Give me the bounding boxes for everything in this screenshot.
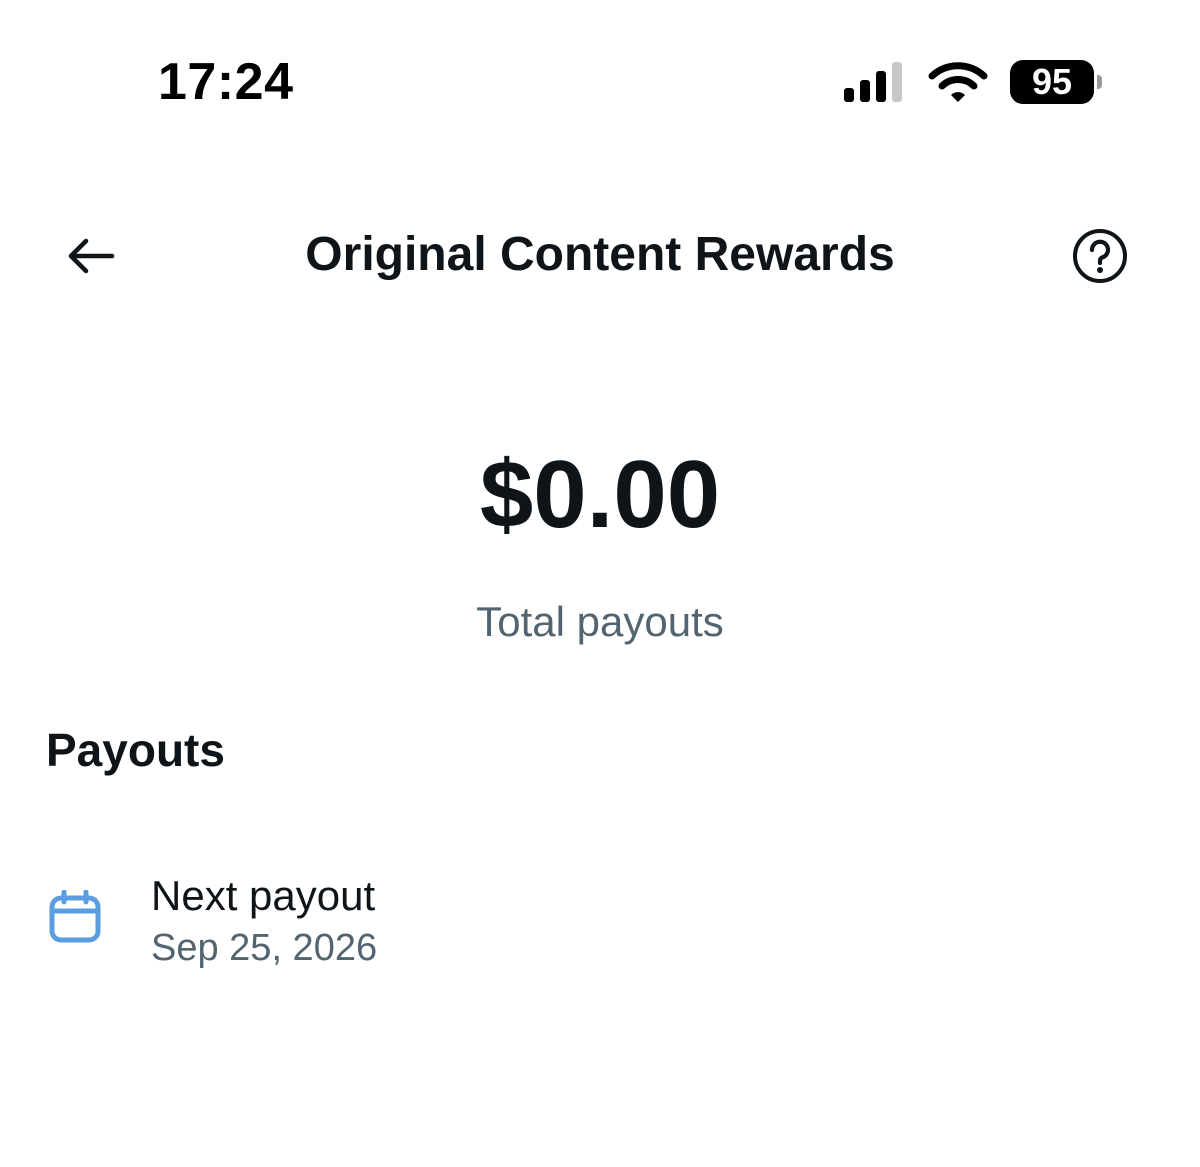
total-payouts-caption: Total payouts [476,598,724,645]
status-time: 17:24 [158,53,294,111]
help-button[interactable] [1070,226,1130,286]
cellular-signal-icon [844,62,902,102]
next-payout-label: Next payout [151,872,376,919]
status-indicators: 95 [842,58,1112,106]
battery-cap [1097,75,1102,89]
battery-indicator: 95 [1010,60,1104,104]
total-payout-amount: $0.00 [479,441,721,548]
next-payout-date: Sep 25, 2026 [151,927,378,969]
question-circle-icon [1073,229,1127,283]
calendar-icon [49,890,101,943]
next-payout-row: Next payout Sep 25, 2026 [46,868,646,978]
wifi-icon [928,62,988,102]
payouts-heading: Payouts [46,724,225,776]
page-title: Original Content Rewards [305,228,895,281]
battery-level: 95 [1031,61,1073,102]
battery-body: 95 [1010,60,1094,104]
